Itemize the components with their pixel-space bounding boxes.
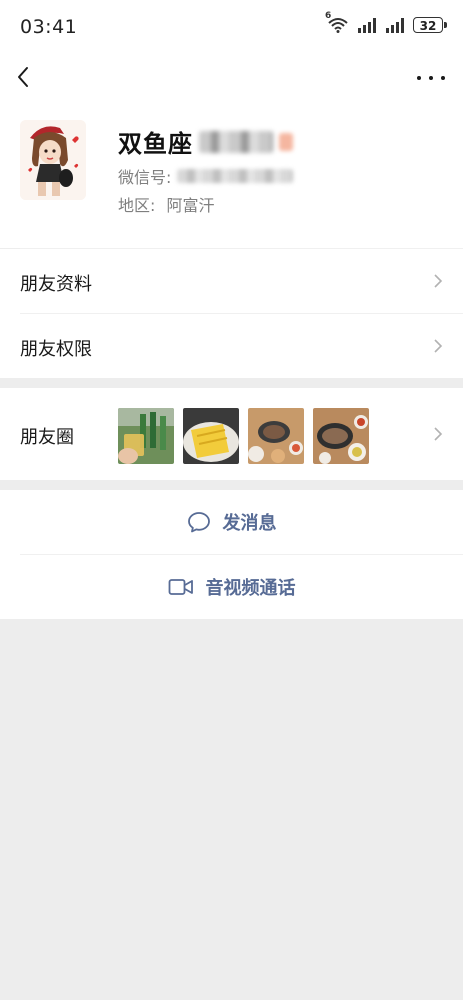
friend-info-row[interactable]: 朋友资料 bbox=[0, 249, 463, 313]
signal-icon-2 bbox=[385, 17, 405, 33]
signal-icon-1 bbox=[357, 17, 377, 33]
status-icons: 6 32 bbox=[325, 11, 447, 33]
status-time: 03:41 bbox=[20, 16, 78, 38]
blurred-name-suffix bbox=[199, 130, 273, 153]
more-dot-icon bbox=[429, 76, 433, 80]
chat-bubble-icon bbox=[187, 512, 210, 533]
nav-bar bbox=[0, 56, 463, 102]
more-dot-icon bbox=[441, 76, 445, 80]
profile-screen: 03:41 6 32 双鱼座 微信号: 地区: 阿富汗 bbox=[0, 0, 463, 248]
more-dot-icon bbox=[417, 76, 421, 80]
send-message-label: 发消息 bbox=[222, 513, 277, 534]
video-call-button[interactable]: 音视频通话 bbox=[0, 555, 463, 619]
video-call-label: 音视频通话 bbox=[205, 578, 296, 599]
video-camera-icon bbox=[168, 579, 193, 595]
region-label: 地区: bbox=[118, 196, 156, 215]
moments-thumbnails bbox=[118, 408, 369, 464]
contact-name: 双鱼座 bbox=[118, 130, 193, 158]
battery-indicator: 32 bbox=[413, 17, 447, 33]
moments-label: 朋友圈 bbox=[20, 427, 74, 448]
chevron-right-icon bbox=[434, 339, 443, 353]
region-value: 阿富汗 bbox=[166, 196, 215, 215]
section-gap bbox=[0, 378, 463, 388]
moments-photo bbox=[118, 408, 174, 464]
section-gap bbox=[0, 480, 463, 490]
chevron-left-icon bbox=[18, 67, 28, 87]
send-message-button[interactable]: 发消息 bbox=[0, 490, 463, 554]
friend-info-label: 朋友资料 bbox=[20, 274, 92, 295]
moments-photo bbox=[183, 408, 239, 464]
region-row: 地区: 阿富汗 bbox=[118, 192, 215, 216]
friend-permissions-row[interactable]: 朋友权限 bbox=[0, 314, 463, 378]
blurred-wechat-id bbox=[177, 169, 294, 183]
moments-photo bbox=[313, 408, 369, 464]
moments-row[interactable]: 朋友圈 bbox=[0, 388, 463, 480]
blurred-emoji bbox=[279, 132, 293, 151]
avatar[interactable] bbox=[20, 120, 86, 200]
network-type-label: 6 bbox=[325, 11, 332, 21]
moments-photo bbox=[248, 408, 304, 464]
wechat-id-label: 微信号: bbox=[118, 168, 172, 187]
chevron-right-icon bbox=[434, 274, 443, 288]
chevron-right-icon bbox=[434, 427, 443, 441]
wifi-icon: 6 bbox=[325, 11, 349, 33]
wechat-id-row: 微信号: bbox=[118, 164, 294, 188]
friend-permissions-label: 朋友权限 bbox=[20, 339, 92, 360]
more-options-button[interactable] bbox=[417, 64, 445, 92]
back-button[interactable] bbox=[12, 64, 40, 92]
status-bar: 03:41 6 32 bbox=[0, 0, 463, 56]
name-row: 双鱼座 bbox=[118, 124, 293, 159]
profile-header: 双鱼座 微信号: 地区: 阿富汗 bbox=[0, 102, 463, 248]
